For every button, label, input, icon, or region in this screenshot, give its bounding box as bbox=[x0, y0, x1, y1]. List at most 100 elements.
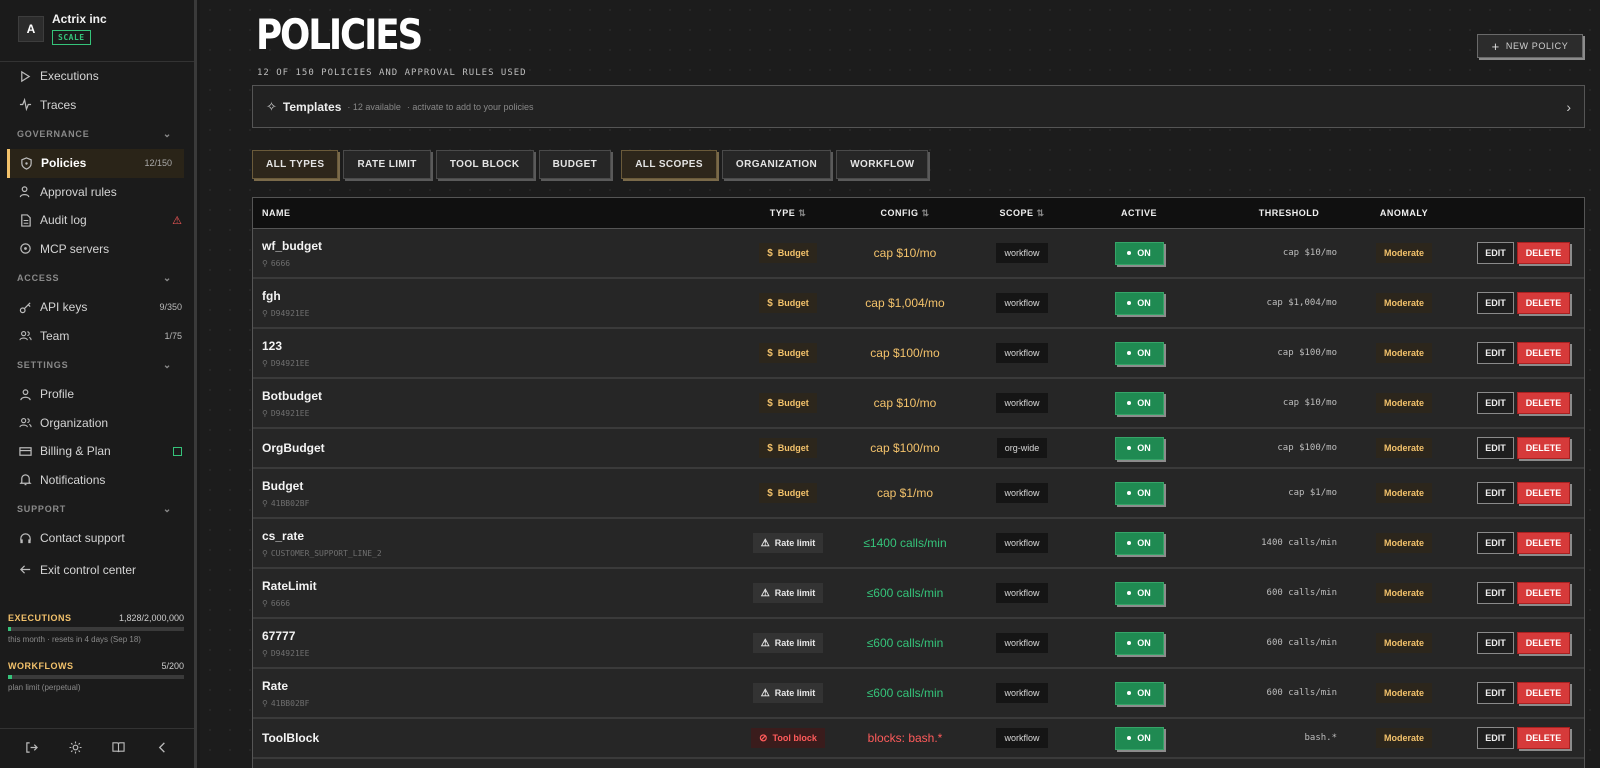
policy-name-cell: cs_rate ⚲ CUSTOMER_SUPPORT_LINE_2 bbox=[253, 529, 733, 558]
table-row[interactable]: 123 ⚲ D94921EE $ Budget cap $100/mo workflow ON… bbox=[253, 329, 1584, 379]
anomaly-cell: Moderate bbox=[1337, 533, 1449, 553]
table-row[interactable]: Budget ⚲ 41BB02BF $ Budget cap $1/mo workflow O… bbox=[253, 469, 1584, 519]
filter-all-types[interactable]: ALL TYPES bbox=[252, 150, 339, 179]
section-governance[interactable]: GOVERNANCE ⌄ bbox=[0, 119, 194, 149]
sort-icon: ⇅ bbox=[921, 207, 930, 218]
status-dot-icon bbox=[1127, 301, 1132, 305]
filter-all-scopes[interactable]: ALL SCOPES bbox=[621, 150, 717, 179]
delete-button[interactable]: DELETE bbox=[1517, 682, 1570, 704]
edit-button[interactable]: EDIT bbox=[1477, 392, 1514, 414]
anomaly-cell: Moderate bbox=[1337, 293, 1449, 313]
delete-button[interactable]: DELETE bbox=[1517, 632, 1570, 654]
nav-traces[interactable]: Traces bbox=[0, 91, 194, 120]
table-row[interactable]: Botbudget ⚲ D94921EE $ Budget cap $10/mo workf… bbox=[253, 379, 1584, 429]
active-toggle-label: ON bbox=[1137, 443, 1151, 453]
active-toggle[interactable]: ON bbox=[1114, 436, 1164, 460]
edit-button[interactable]: EDIT bbox=[1477, 482, 1514, 504]
nav-exit[interactable]: Exit control center bbox=[0, 556, 194, 585]
edit-button[interactable]: EDIT bbox=[1477, 342, 1514, 364]
anomaly-badge: Moderate bbox=[1375, 438, 1432, 458]
col-type[interactable]: TYPE ⇅ bbox=[733, 208, 843, 219]
nav-contact-support[interactable]: Contact support bbox=[0, 524, 194, 553]
table-row[interactable]: ToolBlock ⊘ Tool block blocks: bash.* workfl… bbox=[253, 719, 1584, 759]
nav-team[interactable]: Team 1/75 bbox=[0, 322, 194, 351]
new-policy-button[interactable]: + NEW POLICY bbox=[1477, 34, 1583, 58]
config-cell: cap $10/mo bbox=[843, 246, 967, 260]
nav-mcp-servers[interactable]: MCP servers bbox=[0, 235, 194, 264]
docs-book-icon[interactable] bbox=[112, 741, 125, 757]
active-toggle[interactable]: ON bbox=[1114, 581, 1164, 605]
col-name[interactable]: NAME bbox=[253, 208, 733, 218]
policy-name: RateLimit bbox=[262, 578, 317, 593]
delete-button[interactable]: DELETE bbox=[1517, 342, 1570, 364]
logout-icon[interactable] bbox=[25, 741, 39, 757]
active-toggle[interactable]: ON bbox=[1114, 341, 1164, 365]
active-toggle[interactable]: ON bbox=[1114, 681, 1164, 705]
nav-billing[interactable]: Billing & Plan bbox=[0, 437, 194, 466]
table-row[interactable]: OrgBudget $ Budget cap $100/mo org-wide ON cap… bbox=[253, 429, 1584, 469]
edit-button[interactable]: EDIT bbox=[1477, 682, 1514, 704]
org-switcher[interactable]: A Actrix inc SCALE bbox=[0, 0, 194, 62]
filter-organization[interactable]: ORGANIZATION bbox=[721, 150, 832, 179]
col-config[interactable]: CONFIG ⇅ bbox=[843, 208, 967, 219]
active-cell: ON bbox=[1077, 391, 1201, 415]
active-toggle[interactable]: ON bbox=[1114, 241, 1164, 265]
collapse-sidebar-icon[interactable] bbox=[156, 741, 169, 757]
active-toggle[interactable]: ON bbox=[1114, 726, 1164, 750]
delete-button[interactable]: DELETE bbox=[1517, 392, 1570, 414]
table-row[interactable]: Rate ⚲ 41BB02BF ⚠ Rate limit ≤600 calls/min wo… bbox=[253, 669, 1584, 719]
edit-button[interactable]: EDIT bbox=[1477, 437, 1514, 459]
sidebar: A Actrix inc SCALE Executions Traces GOV… bbox=[0, 0, 197, 768]
policy-name-cell: RateLimit ⚲ 6666 bbox=[253, 579, 733, 608]
filter-tool-block[interactable]: TOOL BLOCK bbox=[435, 150, 534, 179]
active-toggle[interactable]: ON bbox=[1114, 291, 1164, 315]
nav-policies[interactable]: Policies 12/150 bbox=[7, 149, 184, 178]
active-toggle[interactable]: ON bbox=[1114, 531, 1164, 555]
delete-button[interactable]: DELETE bbox=[1517, 292, 1570, 314]
theme-sun-icon[interactable] bbox=[69, 740, 82, 757]
nav-notifications[interactable]: Notifications bbox=[0, 466, 194, 495]
anomaly-badge: Moderate bbox=[1375, 243, 1432, 263]
section-support[interactable]: SUPPORT ⌄ bbox=[0, 494, 194, 524]
edit-button[interactable]: EDIT bbox=[1477, 582, 1514, 604]
section-settings[interactable]: SETTINGS ⌄ bbox=[0, 350, 194, 380]
nav-executions[interactable]: Executions bbox=[0, 62, 194, 91]
policy-name-cell: Botbudget ⚲ D94921EE bbox=[253, 389, 733, 418]
table-row[interactable]: fgh ⚲ D94921EE $ Budget cap $1,004/mo workflow… bbox=[253, 279, 1584, 329]
policy-scope-id-text: D94921EE bbox=[270, 648, 310, 658]
edit-button[interactable]: EDIT bbox=[1477, 632, 1514, 654]
filter-workflow[interactable]: WORKFLOW bbox=[836, 150, 929, 179]
filter-rate-limit[interactable]: RATE LIMIT bbox=[343, 150, 431, 179]
delete-button[interactable]: DELETE bbox=[1517, 482, 1570, 504]
nav-audit-log[interactable]: Audit log ⚠ bbox=[0, 206, 194, 235]
nav-approval-rules[interactable]: Approval rules bbox=[0, 178, 194, 207]
delete-button[interactable]: DELETE bbox=[1517, 437, 1570, 459]
table-row[interactable]: cs_rate ⚲ CUSTOMER_SUPPORT_LINE_2 ⚠ Rate lim… bbox=[253, 519, 1584, 569]
active-toggle[interactable]: ON bbox=[1114, 631, 1164, 655]
nav-profile[interactable]: Profile bbox=[0, 380, 194, 409]
section-access[interactable]: ACCESS ⌄ bbox=[0, 263, 194, 293]
edit-button[interactable]: EDIT bbox=[1477, 727, 1514, 749]
active-cell: ON bbox=[1077, 291, 1201, 315]
delete-button[interactable]: DELETE bbox=[1517, 582, 1570, 604]
table-row[interactable]: wf_budget ⚲ 6666 $ Budget cap $10/mo workflow O… bbox=[253, 229, 1584, 279]
delete-button[interactable]: DELETE bbox=[1517, 727, 1570, 749]
type-badge-label: Budget bbox=[777, 298, 809, 308]
table-row[interactable]: 67777 ⚲ D94921EE ⚠ Rate limit ≤600 calls/min w… bbox=[253, 619, 1584, 669]
active-toggle[interactable]: ON bbox=[1114, 391, 1164, 415]
nav-organization[interactable]: Organization bbox=[0, 409, 194, 438]
scope-badge: workflow bbox=[996, 483, 1048, 503]
nav-api-keys[interactable]: API keys 9/350 bbox=[0, 293, 194, 322]
edit-button[interactable]: EDIT bbox=[1477, 532, 1514, 554]
edit-button[interactable]: EDIT bbox=[1477, 292, 1514, 314]
edit-button[interactable]: EDIT bbox=[1477, 242, 1514, 264]
policy-name: cs_rate bbox=[262, 528, 305, 543]
col-scope[interactable]: SCOPE ⇅ bbox=[967, 208, 1077, 219]
delete-button[interactable]: DELETE bbox=[1517, 532, 1570, 554]
delete-button[interactable]: DELETE bbox=[1517, 242, 1570, 264]
active-toggle[interactable]: ON bbox=[1114, 481, 1164, 505]
active-toggle-label: ON bbox=[1137, 538, 1151, 548]
filter-budget[interactable]: BUDGET bbox=[538, 150, 612, 179]
table-row[interactable]: RateLimit ⚲ 6666 ⚠ Rate limit ≤600 calls/min w… bbox=[253, 569, 1584, 619]
templates-panel[interactable]: ✧ Templates · 12 available · activate to… bbox=[252, 85, 1585, 128]
